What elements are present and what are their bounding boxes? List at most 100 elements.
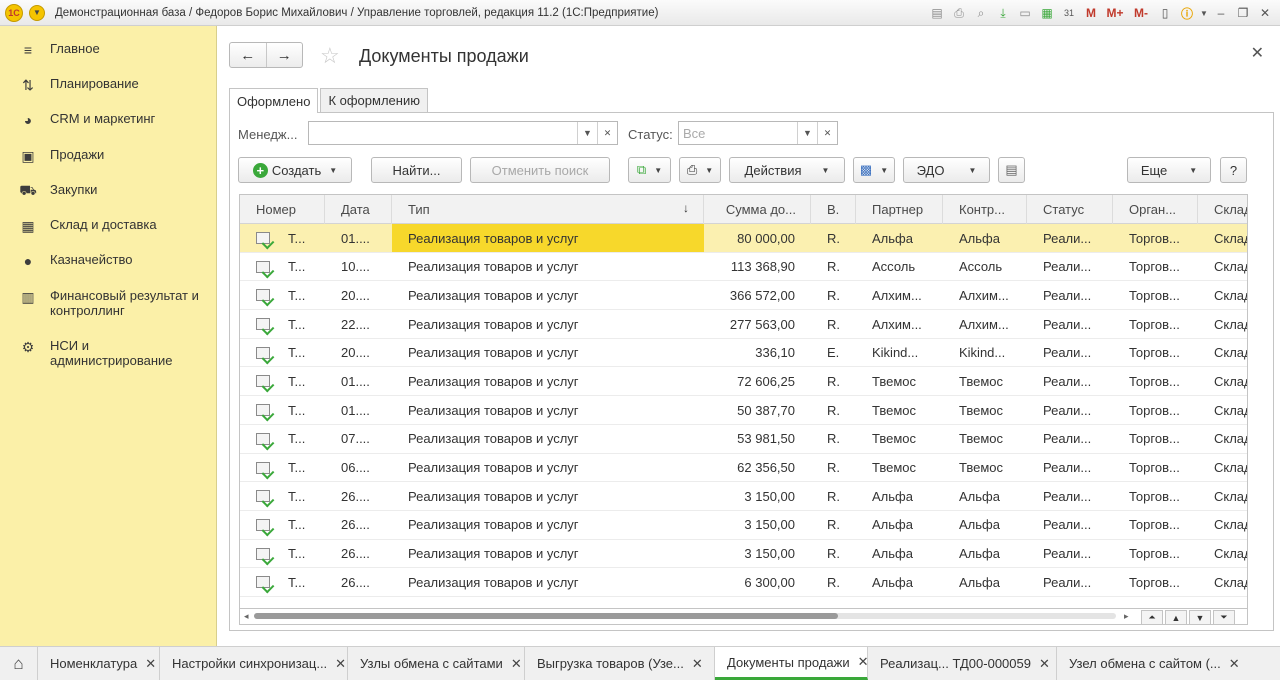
- table-row[interactable]: Т... 26.... Реализация товаров и услуг 6 30…: [240, 568, 1247, 597]
- cell-date[interactable]: 07....: [325, 425, 392, 453]
- cell-sum[interactable]: 277 563,00: [704, 310, 811, 338]
- cell-currency[interactable]: R.: [811, 281, 856, 309]
- cell-number[interactable]: Т...: [240, 281, 325, 309]
- cell-date[interactable]: 26....: [325, 540, 392, 568]
- cell-org[interactable]: Торгов...: [1113, 281, 1198, 309]
- scroll-first-icon[interactable]: ⏶: [1141, 610, 1163, 625]
- cell-number[interactable]: Т...: [240, 568, 325, 596]
- home-icon[interactable]: ⌂: [0, 647, 38, 680]
- print-button[interactable]: ⎙ ▼: [679, 157, 721, 183]
- cell-partner[interactable]: Альфа: [856, 511, 943, 539]
- cell-counterparty[interactable]: Альфа: [943, 224, 1027, 252]
- cell-sum[interactable]: 3 150,00: [704, 482, 811, 510]
- cell-sum[interactable]: 72 606,25: [704, 367, 811, 395]
- cell-date[interactable]: 26....: [325, 568, 392, 596]
- cell-warehouse[interactable]: Склад: [1198, 310, 1247, 338]
- table-row[interactable]: Т... 26.... Реализация товаров и услуг 3 15…: [240, 540, 1247, 569]
- cell-counterparty[interactable]: Kikind...: [943, 339, 1027, 367]
- table-row[interactable]: Т... 20.... Реализация товаров и услуг 336,…: [240, 339, 1247, 368]
- more-button[interactable]: Еще ▼: [1127, 157, 1211, 183]
- cell-sum[interactable]: 50 387,70: [704, 396, 811, 424]
- structure-button[interactable]: ▤: [998, 157, 1025, 183]
- cell-partner[interactable]: Алхим...: [856, 310, 943, 338]
- cell-status[interactable]: Реали...: [1027, 396, 1113, 424]
- sidebar-item-warehouse[interactable]: ▦ Склад и доставка: [0, 217, 156, 234]
- column-number[interactable]: Номер: [240, 195, 325, 224]
- cell-status[interactable]: Реали...: [1027, 454, 1113, 482]
- table-row[interactable]: Т... 06.... Реализация товаров и услуг 62 3…: [240, 454, 1247, 483]
- column-sum[interactable]: Сумма до...: [704, 195, 811, 224]
- column-partner[interactable]: Партнер: [856, 195, 943, 224]
- cell-number[interactable]: Т...: [240, 253, 325, 281]
- sidebar-item-sales[interactable]: ▣ Продажи: [0, 147, 104, 164]
- cell-warehouse[interactable]: Склад: [1198, 568, 1247, 596]
- tab-issued[interactable]: Оформлено: [229, 88, 319, 113]
- tab-to-issue[interactable]: К оформлению: [320, 88, 428, 112]
- sidebar-item-finance[interactable]: ▥ Финансовый результат и контроллинг: [0, 288, 210, 318]
- cell-sum[interactable]: 3 150,00: [704, 540, 811, 568]
- cell-sum[interactable]: 62 356,50: [704, 454, 811, 482]
- cell-date[interactable]: 01....: [325, 367, 392, 395]
- cell-currency[interactable]: R.: [811, 396, 856, 424]
- cell-currency[interactable]: R.: [811, 511, 856, 539]
- cell-number[interactable]: Т...: [240, 540, 325, 568]
- window-tab-site-exchange-node[interactable]: Узел обмена с сайтом (... ✕: [1057, 647, 1280, 680]
- app-logo[interactable]: 1С: [5, 3, 23, 22]
- minimize-icon[interactable]: –: [1210, 0, 1232, 26]
- cell-counterparty[interactable]: Алхим...: [943, 310, 1027, 338]
- cell-partner[interactable]: Альфа: [856, 482, 943, 510]
- cell-partner[interactable]: Kikind...: [856, 339, 943, 367]
- restore-icon[interactable]: ❐: [1232, 0, 1254, 26]
- table-row[interactable]: Т... 10.... Реализация товаров и услуг 113 …: [240, 253, 1247, 282]
- status-clear-icon[interactable]: ✕: [817, 122, 837, 144]
- column-date[interactable]: Дата: [325, 195, 392, 224]
- table-row[interactable]: Т... 01.... Реализация товаров и услуг 80 0…: [240, 224, 1247, 253]
- cell-org[interactable]: Торгов...: [1113, 568, 1198, 596]
- window-tab-nomenclature[interactable]: Номенклатура ✕: [38, 647, 160, 680]
- cell-sum[interactable]: 3 150,00: [704, 511, 811, 539]
- cell-warehouse[interactable]: Склад: [1198, 482, 1247, 510]
- cell-currency[interactable]: R.: [811, 224, 856, 252]
- edo-button[interactable]: ЭДО ▼: [903, 157, 990, 183]
- sidebar-item-treasury[interactable]: ● Казначейство: [0, 252, 133, 269]
- column-counterparty[interactable]: Контр...: [943, 195, 1027, 224]
- cell-currency[interactable]: R.: [811, 367, 856, 395]
- table-row[interactable]: Т... 22.... Реализация товаров и услуг 277 …: [240, 310, 1247, 339]
- favorite-star-icon[interactable]: ☆: [320, 43, 340, 69]
- cell-status[interactable]: Реали...: [1027, 482, 1113, 510]
- cell-warehouse[interactable]: Склад: [1198, 425, 1247, 453]
- cell-type[interactable]: Реализация товаров и услуг: [392, 310, 704, 338]
- print-icon[interactable]: ⎙: [948, 0, 970, 26]
- cell-date[interactable]: 26....: [325, 482, 392, 510]
- status-dropdown-icon[interactable]: ▼: [797, 122, 817, 144]
- column-type[interactable]: Тип ↓: [392, 195, 704, 224]
- cell-date[interactable]: 01....: [325, 224, 392, 252]
- horizontal-scrollbar[interactable]: ◂ ▸: [239, 609, 1248, 625]
- window-tab-export-goods[interactable]: Выгрузка товаров (Узе... ✕: [525, 647, 715, 680]
- cell-counterparty[interactable]: Твемос: [943, 454, 1027, 482]
- documents-table[interactable]: Номер Дата Тип ↓ Сумма до... В. Партнер …: [239, 194, 1248, 609]
- cell-number[interactable]: Т...: [240, 425, 325, 453]
- memory-button[interactable]: M: [1080, 0, 1102, 26]
- close-form-icon[interactable]: ✕: [1251, 43, 1264, 63]
- sidebar-item-main[interactable]: ≡ Главное: [0, 41, 100, 58]
- cell-currency[interactable]: R.: [811, 253, 856, 281]
- cell-status[interactable]: Реали...: [1027, 568, 1113, 596]
- cell-number[interactable]: Т...: [240, 224, 325, 252]
- find-icon[interactable]: ⌕: [970, 0, 992, 26]
- cell-status[interactable]: Реали...: [1027, 367, 1113, 395]
- cell-currency[interactable]: R.: [811, 310, 856, 338]
- cell-warehouse[interactable]: Склад: [1198, 367, 1247, 395]
- cell-partner[interactable]: Альфа: [856, 568, 943, 596]
- cell-sum[interactable]: 53 981,50: [704, 425, 811, 453]
- cell-number[interactable]: Т...: [240, 339, 325, 367]
- manager-field[interactable]: ▼ ✕: [308, 121, 618, 145]
- cell-org[interactable]: Торгов...: [1113, 454, 1198, 482]
- cell-status[interactable]: Реали...: [1027, 540, 1113, 568]
- cell-org[interactable]: Торгов...: [1113, 367, 1198, 395]
- close-tab-icon[interactable]: ✕: [335, 656, 346, 672]
- close-window-icon[interactable]: ✕: [1254, 0, 1276, 26]
- cell-org[interactable]: Торгов...: [1113, 396, 1198, 424]
- scroll-thumb[interactable]: [254, 613, 838, 619]
- cell-org[interactable]: Торгов...: [1113, 224, 1198, 252]
